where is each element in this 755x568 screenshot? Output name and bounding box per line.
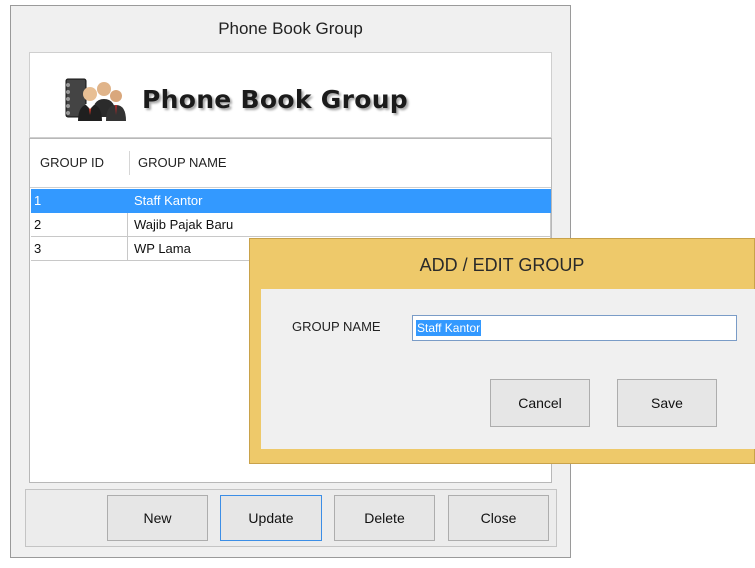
cell-group-name: WP Lama (134, 241, 191, 256)
close-button[interactable]: Close (448, 495, 549, 541)
group-name-input[interactable]: Staff Kantor (412, 315, 737, 341)
phonebook-people-icon (65, 78, 126, 121)
dialog-body: GROUP NAME Staff Kantor Cancel Save (261, 289, 755, 449)
cell-divider (127, 237, 128, 260)
group-name-label: GROUP NAME (292, 319, 381, 334)
delete-button[interactable]: Delete (334, 495, 435, 541)
window-title: Phone Book Group (218, 19, 363, 38)
cell-divider (127, 213, 128, 236)
add-edit-group-dialog: ADD / EDIT GROUP GROUP NAME Staff Kantor… (249, 238, 755, 464)
group-name-value: Staff Kantor (416, 320, 482, 336)
column-header-group-name[interactable]: GROUP NAME (138, 139, 227, 187)
table-header: GROUP ID GROUP NAME (30, 139, 551, 188)
cell-group-id: 1 (34, 193, 42, 208)
update-button[interactable]: Update (220, 495, 322, 541)
column-divider (129, 151, 130, 175)
cell-group-id: 2 (34, 217, 42, 232)
column-header-group-id[interactable]: GROUP ID (40, 139, 104, 187)
table-row[interactable]: 2 Wajib Pajak Baru (31, 213, 551, 237)
banner-title: Phone Book Group (142, 85, 409, 114)
dialog-title: ADD / EDIT GROUP (419, 255, 585, 275)
new-button[interactable]: New (107, 495, 208, 541)
cancel-button[interactable]: Cancel (490, 379, 590, 427)
cell-group-name: Staff Kantor (134, 193, 203, 208)
save-button[interactable]: Save (617, 379, 717, 427)
button-bar: New Update Delete Close (25, 489, 557, 547)
header-banner: Phone Book Group (29, 52, 552, 138)
cell-group-name: Wajib Pajak Baru (134, 217, 234, 232)
table-row[interactable]: 1 Staff Kantor (31, 189, 551, 213)
cell-group-id: 3 (34, 241, 42, 256)
